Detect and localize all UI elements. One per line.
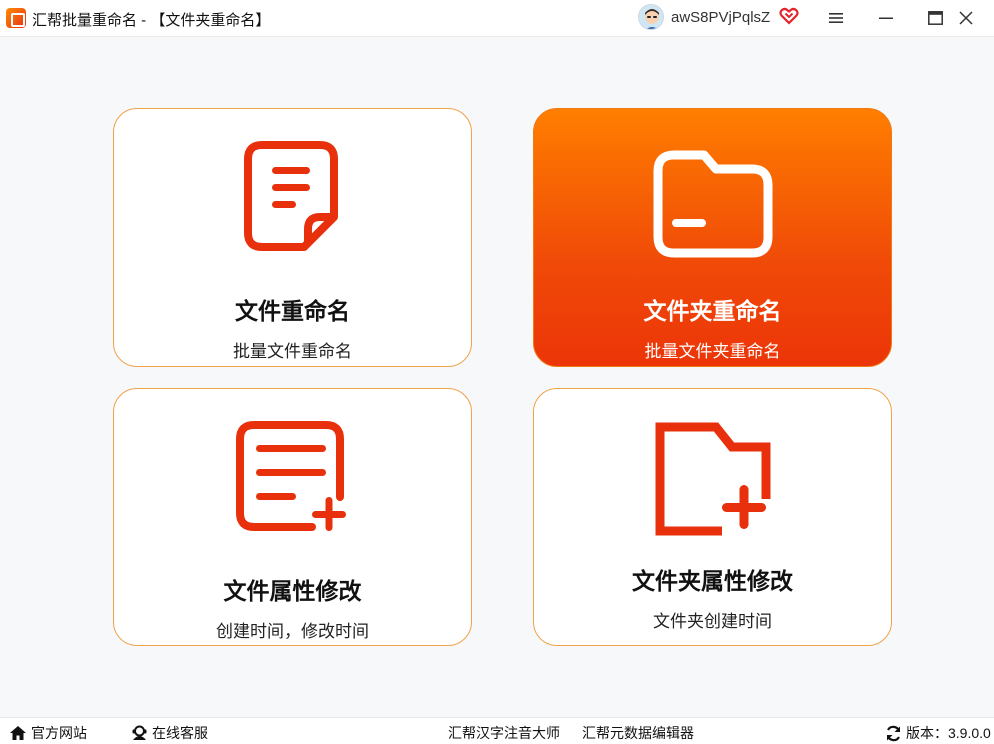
vip-heart-icon[interactable] [779, 6, 799, 26]
file-document-icon [244, 141, 338, 251]
online-support-label: 在线客服 [152, 725, 208, 741]
minimize-icon [879, 17, 893, 19]
card-subtitle: 批量文件夹重命名 [644, 342, 781, 361]
folder-icon [653, 150, 773, 258]
close-button[interactable] [946, 0, 986, 36]
user-avatar[interactable] [638, 4, 664, 30]
menu-button[interactable] [813, 0, 859, 36]
card-title: 文件夹属性修改 [632, 568, 793, 594]
version-label: 版本：3.9.0.0 [906, 725, 991, 741]
refresh-icon [886, 725, 901, 741]
hamburger-icon [829, 13, 843, 23]
window-title: 汇帮批量重命名 - 【文件夹重命名】 [32, 12, 271, 29]
title-bar: 汇帮批量重命名 - 【文件夹重命名】 awS8PVjPqlsZ [0, 0, 994, 37]
username-label[interactable]: awS8PVjPqlsZ [671, 9, 770, 26]
app-logo-icon [6, 8, 26, 28]
folder-add-icon [655, 422, 771, 536]
home-icon [10, 726, 26, 740]
metadata-editor-label: 汇帮元数据编辑器 [582, 725, 694, 741]
official-website-link[interactable]: 官方网站 [9, 723, 87, 743]
maximize-icon [927, 11, 943, 25]
customer-service-icon [132, 725, 147, 740]
pinyin-tool-label: 汇帮汉字注音大师 [448, 725, 560, 741]
online-support-link[interactable]: 在线客服 [131, 723, 208, 743]
card-folder-attributes[interactable]: 文件夹属性修改 文件夹创建时间 [533, 388, 892, 646]
pinyin-tool-link[interactable]: 汇帮汉字注音大师 [448, 723, 560, 743]
version-info[interactable]: 版本：3.9.0.0 [885, 723, 991, 743]
card-subtitle: 文件夹创建时间 [653, 612, 772, 631]
file-add-icon [236, 421, 346, 531]
card-title: 文件重命名 [235, 298, 350, 324]
card-file-attributes[interactable]: 文件属性修改 创建时间，修改时间 [113, 388, 472, 646]
card-subtitle: 创建时间，修改时间 [216, 622, 369, 641]
official-website-label: 官方网站 [31, 725, 87, 741]
minimize-button[interactable] [863, 0, 909, 36]
card-title: 文件夹重命名 [643, 298, 782, 324]
card-title: 文件属性修改 [223, 578, 362, 604]
metadata-editor-link[interactable]: 汇帮元数据编辑器 [582, 723, 694, 743]
card-subtitle: 批量文件重命名 [233, 342, 352, 361]
close-icon [959, 11, 973, 25]
status-bar: 官方网站 在线客服 汇帮汉字注音大师 汇帮元数据编辑器 版本：3.9.0.0 [0, 717, 994, 744]
card-folder-rename[interactable]: 文件夹重命名 批量文件夹重命名 [533, 108, 892, 367]
card-file-rename[interactable]: 文件重命名 批量文件重命名 [113, 108, 472, 367]
